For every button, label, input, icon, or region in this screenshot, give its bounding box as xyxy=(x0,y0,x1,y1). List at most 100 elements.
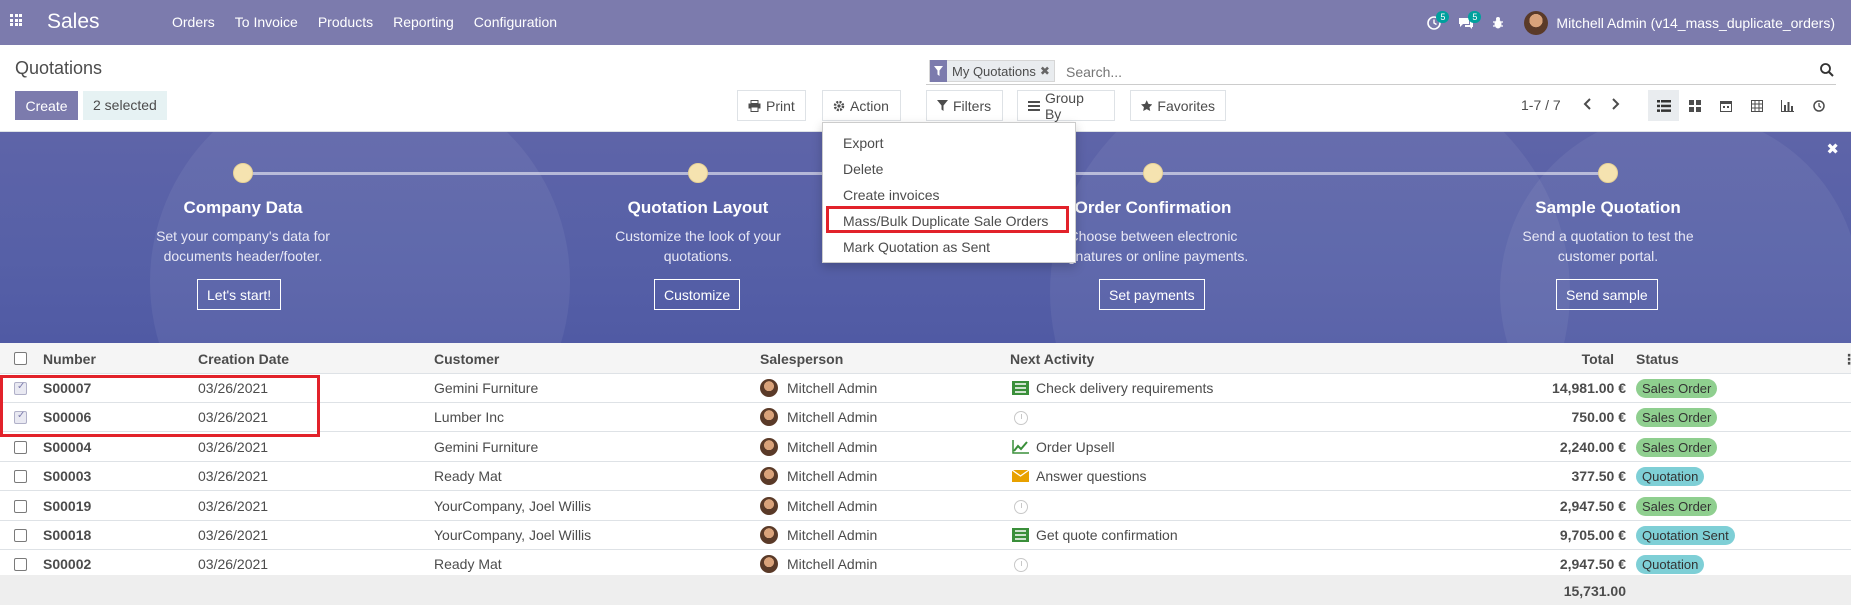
customer-name: Ready Mat xyxy=(434,468,502,484)
creation-date: 03/26/2021 xyxy=(198,468,269,484)
menu-item-mark-sent[interactable]: Mark Quotation as Sent xyxy=(823,234,1075,260)
table-row[interactable]: S00019 03/26/2021 YourCompany, Joel Willis… xyxy=(0,492,1851,521)
remove-facet-icon[interactable]: ✖ xyxy=(1040,64,1054,78)
table-header: Number Creation Date Customer Salesperso… xyxy=(0,343,1851,374)
column-creation-date[interactable]: Creation Date xyxy=(198,351,289,367)
order-number: S00002 xyxy=(43,556,92,572)
row-checkbox[interactable] xyxy=(14,558,27,571)
pager-previous-icon[interactable] xyxy=(1583,97,1592,114)
messages-count-badge: 5 xyxy=(1468,11,1482,23)
action-button[interactable]: Action xyxy=(822,90,901,121)
row-checkbox[interactable] xyxy=(14,410,27,424)
debug-bug-icon[interactable] xyxy=(1482,0,1514,45)
status-badge: Sales Order xyxy=(1636,438,1718,457)
view-switcher xyxy=(1648,90,1834,121)
salesperson-name: Mitchell Admin xyxy=(787,527,878,543)
column-salesperson[interactable]: Salesperson xyxy=(760,351,843,367)
row-checkbox[interactable] xyxy=(14,381,27,395)
menu-products[interactable]: Products xyxy=(308,0,383,45)
salesperson-avatar xyxy=(760,555,778,573)
column-total[interactable]: Total xyxy=(1540,351,1614,367)
graph-view-icon[interactable] xyxy=(1772,90,1803,121)
customize-button[interactable]: Customize xyxy=(654,279,741,310)
group-by-button[interactable]: Group By xyxy=(1017,90,1115,122)
print-button[interactable]: Print xyxy=(737,90,806,121)
salesperson-avatar xyxy=(760,438,778,456)
app-brand[interactable]: Sales xyxy=(47,10,100,34)
apps-menu-icon[interactable] xyxy=(10,14,22,26)
table-row[interactable]: S00006 03/26/2021 Lumber Inc Mitchell Admin… xyxy=(0,403,1851,432)
list-view-icon[interactable] xyxy=(1648,90,1679,121)
search-bar: My Quotations ✖ xyxy=(926,58,1836,85)
close-banner-icon[interactable]: ✖ xyxy=(1826,140,1839,158)
list-icon[interactable] xyxy=(1012,528,1029,542)
salesperson-name: Mitchell Admin xyxy=(787,409,878,425)
table-row[interactable]: S00003 03/26/2021 Ready Mat Mitchell Admin A… xyxy=(0,462,1851,491)
column-next-activity[interactable]: Next Activity xyxy=(1010,351,1094,367)
kanban-view-icon[interactable] xyxy=(1679,90,1710,121)
row-checkbox[interactable] xyxy=(14,470,27,483)
column-customer[interactable]: Customer xyxy=(434,351,499,367)
control-panel: Quotations Create 2 selected Print Actio… xyxy=(0,45,1851,132)
menu-orders[interactable]: Orders xyxy=(162,0,225,45)
pivot-view-icon[interactable] xyxy=(1741,90,1772,121)
step-title: Sample Quotation xyxy=(1535,198,1681,217)
clock-icon[interactable] xyxy=(1014,411,1028,425)
menu-item-mass-duplicate[interactable]: Mass/Bulk Duplicate Sale Orders xyxy=(823,208,1075,234)
step-dot xyxy=(1143,163,1163,183)
row-checkbox[interactable] xyxy=(14,500,27,513)
menu-reporting[interactable]: Reporting xyxy=(383,0,464,45)
pager-next-icon[interactable] xyxy=(1611,97,1620,114)
table-row[interactable]: S00007 03/26/2021 Gemini Furniture Mitchell… xyxy=(0,374,1851,403)
set-payments-button[interactable]: Set payments xyxy=(1099,279,1205,310)
status-badge: Quotation xyxy=(1636,467,1705,486)
clock-icon[interactable] xyxy=(1014,500,1028,514)
status-badge: Quotation Sent xyxy=(1636,526,1735,545)
list-icon[interactable] xyxy=(1012,381,1029,395)
row-checkbox[interactable] xyxy=(14,441,27,454)
order-number: S00006 xyxy=(43,409,92,425)
column-status[interactable]: Status xyxy=(1636,351,1679,367)
table-row[interactable]: S00004 03/26/2021 Gemini Furniture Mitchell… xyxy=(0,433,1851,462)
search-icon[interactable] xyxy=(1820,63,1834,77)
print-icon xyxy=(748,99,761,112)
activity-clock-icon[interactable]: 5 xyxy=(1418,0,1450,45)
calendar-view-icon[interactable] xyxy=(1710,90,1741,121)
filters-button[interactable]: Filters xyxy=(926,90,1003,121)
envelope-icon[interactable] xyxy=(1012,469,1029,483)
systray: 5 5 Mitchell Admin (v14_mass_duplicate_o… xyxy=(1418,0,1851,45)
column-number[interactable]: Number xyxy=(43,351,96,367)
favorites-button[interactable]: Favorites xyxy=(1130,90,1226,121)
pager-value[interactable]: 1-7 / 7 xyxy=(1521,97,1561,113)
table-row[interactable]: S00018 03/26/2021 YourCompany, Joel Willis… xyxy=(0,521,1851,550)
filter-icon xyxy=(937,100,948,111)
row-checkbox[interactable] xyxy=(14,529,27,542)
select-all-checkbox[interactable] xyxy=(14,352,27,365)
messages-icon[interactable]: 5 xyxy=(1450,0,1482,45)
salesperson-avatar xyxy=(760,497,778,515)
step-description: Customize the look of your quotations. xyxy=(615,228,781,264)
activity-view-icon[interactable] xyxy=(1803,90,1834,121)
column-options-icon[interactable]: ⋮ xyxy=(1842,351,1851,368)
user-menu[interactable]: Mitchell Admin (v14_mass_duplicate_order… xyxy=(1514,10,1851,35)
search-input[interactable] xyxy=(1066,61,1806,83)
customer-name: Gemini Furniture xyxy=(434,439,539,455)
step-sample-quotation: Sample Quotation Send a quotation to tes… xyxy=(1458,198,1758,266)
order-total: 9,705.00 € xyxy=(1559,527,1626,543)
menu-item-create-invoices[interactable]: Create invoices xyxy=(823,182,1075,208)
customer-name: YourCompany, Joel Willis xyxy=(434,527,592,543)
filters-label: Filters xyxy=(953,97,992,114)
chart-icon[interactable] xyxy=(1012,440,1029,454)
menu-to-invoice[interactable]: To Invoice xyxy=(225,0,308,45)
send-sample-button[interactable]: Send sample xyxy=(1556,279,1658,310)
create-button[interactable]: Create xyxy=(15,91,78,120)
lets-start-button[interactable]: Let's start! xyxy=(197,279,282,310)
clock-icon[interactable] xyxy=(1014,558,1028,572)
order-total: 2,947.50 € xyxy=(1559,556,1626,572)
menu-item-delete[interactable]: Delete xyxy=(823,156,1075,182)
menu-item-export[interactable]: Export xyxy=(823,130,1075,156)
menu-configuration[interactable]: Configuration xyxy=(464,0,567,45)
salesperson-name: Mitchell Admin xyxy=(787,498,878,514)
customer-name: Gemini Furniture xyxy=(434,380,539,396)
salesperson-name: Mitchell Admin xyxy=(787,439,878,455)
